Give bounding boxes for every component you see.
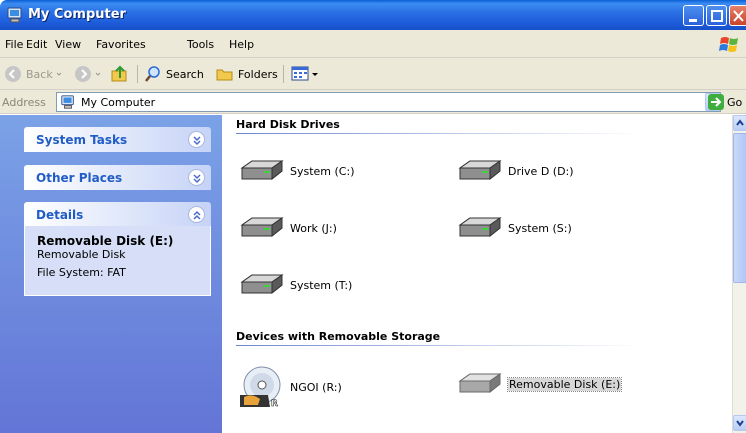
close-button[interactable] (729, 5, 746, 26)
hard-drive-icon (240, 160, 284, 181)
hard-disks-header: Hard Disk Drives (236, 118, 340, 131)
forward-arrow-icon (75, 66, 91, 82)
toolbar-separator (137, 65, 138, 83)
maximize-icon (711, 10, 723, 22)
removable-disk-icon (458, 373, 502, 394)
close-icon (733, 10, 744, 22)
back-button[interactable]: Back (4, 64, 65, 84)
content-pane: Hard Disk Drives System (C:) Drive D (D:… (222, 115, 732, 433)
my-computer-icon (61, 95, 74, 109)
folders-label: Folders (238, 67, 278, 81)
folders-button[interactable]: Folders (216, 64, 278, 84)
window-title: My Computer (28, 7, 126, 22)
scroll-thumb[interactable] (733, 133, 746, 283)
minimize-icon (689, 19, 697, 22)
go-button[interactable]: Go (727, 96, 742, 109)
menu-favorites[interactable]: Favorites (96, 38, 146, 51)
menu-view[interactable]: View (55, 38, 81, 51)
scroll-down-button[interactable] (733, 415, 746, 431)
chevron-double-down-icon[interactable] (188, 131, 205, 148)
title-bar[interactable]: My Computer (0, 0, 746, 30)
standard-toolbar: Back Search Folders (0, 58, 746, 90)
drive-item[interactable]: R NGOI (R:) (238, 365, 342, 409)
section-divider (236, 133, 642, 134)
views-button[interactable] (291, 64, 319, 84)
details-item-type: Removable Disk (37, 248, 126, 261)
details-header[interactable]: Details (24, 202, 211, 227)
toolbar-separator (283, 65, 284, 83)
chevron-double-down-icon[interactable] (188, 169, 205, 186)
drive-label: System (C:) (290, 164, 355, 178)
other-places-title: Other Places (36, 171, 123, 185)
back-label: Back (26, 67, 53, 81)
drive-label: Drive D (D:) (508, 164, 574, 178)
menu-edit[interactable]: Edit (26, 38, 47, 51)
chevron-up-icon (736, 119, 744, 126)
svg-text:R: R (271, 399, 278, 409)
address-label: Address (2, 96, 46, 109)
details-file-system: File System: FAT (37, 266, 126, 279)
drive-item[interactable]: System (T:) (238, 272, 352, 298)
hard-drive-icon (240, 274, 284, 295)
up-button[interactable] (110, 64, 130, 84)
folder-up-icon (111, 65, 127, 82)
search-button[interactable]: Search (144, 64, 204, 84)
chevron-down-icon (56, 72, 62, 76)
section-divider (236, 345, 642, 346)
system-tasks-header[interactable]: System Tasks (24, 127, 211, 152)
chevron-down-icon (312, 73, 318, 76)
hard-drive-icon (458, 217, 502, 238)
address-bar: Address My Computer (0, 90, 746, 114)
search-label: Search (166, 67, 204, 81)
details-item-name: Removable Disk (E:) (37, 234, 174, 248)
forward-button[interactable] (74, 64, 104, 84)
cd-drive-icon: R (240, 366, 281, 409)
windows-logo-icon (719, 37, 738, 52)
maximize-button[interactable] (706, 5, 727, 26)
hard-drive-icon (240, 217, 284, 238)
drive-item[interactable]: System (S:) (456, 215, 572, 241)
views-icon (291, 66, 309, 81)
other-places-header[interactable]: Other Places (24, 165, 211, 190)
drive-label: Removable Disk (E:) (506, 376, 623, 392)
drive-label: NGOI (R:) (290, 380, 342, 394)
scroll-up-button[interactable] (733, 115, 746, 131)
minimize-button[interactable] (683, 5, 704, 26)
menu-file[interactable]: File (5, 38, 23, 51)
system-tasks-title: System Tasks (36, 133, 128, 147)
chevron-down-icon (736, 420, 744, 427)
go-arrow-icon[interactable] (707, 93, 725, 111)
drive-label: System (T:) (290, 278, 353, 292)
menu-tools[interactable]: Tools (187, 38, 214, 51)
drive-item[interactable]: Work (J:) (238, 215, 337, 241)
details-title: Details (36, 208, 84, 222)
chevron-double-up-icon[interactable] (188, 206, 205, 223)
search-icon (145, 66, 160, 82)
drive-label: Work (J:) (290, 221, 337, 235)
details-panel: Removable Disk (E:) Removable Disk File … (24, 226, 211, 296)
chevron-down-icon (95, 72, 101, 76)
drive-item[interactable]: System (C:) (238, 158, 355, 184)
menu-bar: File Edit View Favorites Tools Help (0, 30, 746, 58)
back-arrow-icon (5, 66, 21, 82)
drive-item-selected[interactable]: Removable Disk (E:) (456, 371, 623, 397)
vertical-scrollbar[interactable] (732, 115, 746, 433)
address-value: My Computer (81, 96, 156, 109)
folders-icon (216, 69, 233, 81)
removable-header: Devices with Removable Storage (236, 330, 441, 343)
menu-help[interactable]: Help (229, 38, 254, 51)
drive-item[interactable]: Drive D (D:) (456, 158, 574, 184)
drive-label: System (S:) (508, 221, 572, 235)
address-field[interactable]: My Computer (56, 92, 721, 112)
my-computer-icon (7, 7, 22, 23)
hard-drive-icon (458, 160, 502, 181)
